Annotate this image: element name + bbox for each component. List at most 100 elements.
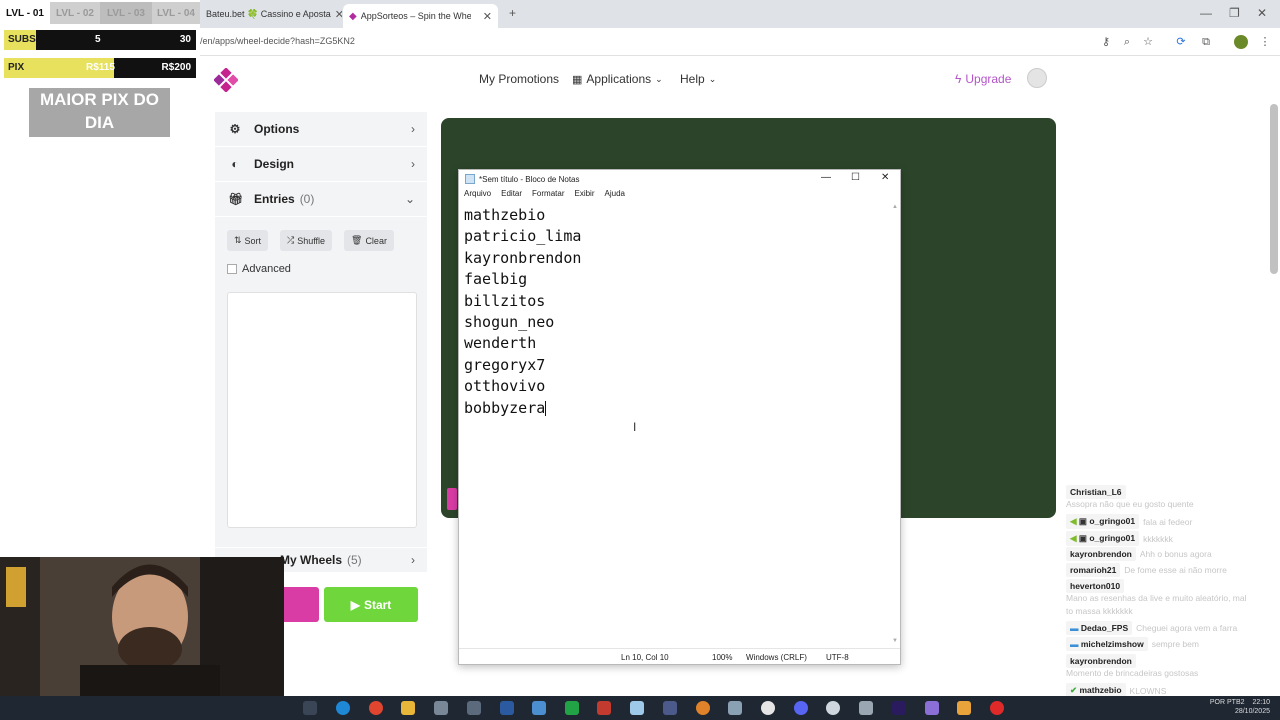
sort-button[interactable]: ⇅ Sort bbox=[227, 230, 269, 251]
shuffle-button[interactable]: ⤮ Shuffle bbox=[280, 230, 333, 251]
subs-goal: 30 bbox=[179, 34, 191, 45]
app-icon[interactable] bbox=[728, 701, 742, 715]
shuffle-label: Shuffle bbox=[297, 235, 326, 246]
profile-avatar[interactable] bbox=[1234, 35, 1248, 49]
level-tab: LVL - 02 bbox=[50, 2, 100, 24]
chat-text: fala ai fedeor bbox=[1143, 516, 1193, 527]
start-label: Start bbox=[363, 597, 392, 612]
lightning-icon: ϟ bbox=[955, 72, 962, 86]
chat-text: Mano as resenhas da live e muito aleatór… bbox=[1066, 593, 1247, 603]
password-key-icon[interactable]: ⚷ bbox=[1099, 35, 1113, 49]
menu-exibir[interactable]: Exibir bbox=[574, 189, 594, 203]
tab-appsorteos[interactable]: ◆ AppSorteos – Spin the Wheel ✕ bbox=[343, 4, 498, 28]
menu-formatar[interactable]: Formatar bbox=[532, 189, 564, 203]
task-view-icon[interactable] bbox=[303, 701, 317, 715]
media-player-icon[interactable] bbox=[761, 701, 775, 715]
tab-label: Bateu.bet 🍀 Cassino e Aposta bbox=[206, 8, 331, 19]
minimize-icon[interactable]: — bbox=[821, 172, 831, 183]
text-line: shogun_neo bbox=[464, 313, 555, 332]
menu-kebab-icon[interactable]: ⋮ bbox=[1258, 35, 1272, 49]
restore-icon[interactable]: ❐ bbox=[1229, 6, 1240, 20]
options-row[interactable]: ⚙ Options › bbox=[215, 112, 427, 146]
stream-goal-overlay: LVL - 01 LVL - 02 LVL - 03 LVL - 04 SUBS… bbox=[0, 0, 200, 88]
entries-label: Entries bbox=[254, 192, 295, 206]
nav-my-promotions[interactable]: My Promotions bbox=[479, 72, 559, 86]
advanced-checkbox[interactable]: Advanced bbox=[227, 263, 291, 275]
mod-badge-icon: ▣ bbox=[1078, 516, 1087, 526]
edge-browser-icon[interactable] bbox=[336, 701, 350, 715]
zoom-icon[interactable]: ⌕ bbox=[1120, 35, 1134, 49]
chevron-down-icon: ⌄ bbox=[655, 73, 663, 84]
menu-ajuda[interactable]: Ajuda bbox=[605, 189, 625, 203]
chat-message: kayronbrendon Ahh o bonus agora bbox=[1066, 547, 1212, 561]
app-icon[interactable] bbox=[663, 701, 677, 715]
checkbox-box[interactable] bbox=[227, 264, 237, 274]
notepad-text-area[interactable]: mathzebio patricio_lima kayronbrendon fa… bbox=[464, 205, 581, 419]
app-icon[interactable] bbox=[467, 701, 481, 715]
notepad-scrollbar[interactable]: ▲ ▼ bbox=[892, 204, 898, 644]
chat-message: kayronbrendon bbox=[1066, 654, 1136, 668]
discord-icon[interactable] bbox=[794, 701, 808, 715]
bookmark-star-icon[interactable]: ☆ bbox=[1141, 35, 1155, 49]
tab-bateu-bet[interactable]: Bateu.bet 🍀 Cassino e Aposta ✕ bbox=[200, 3, 342, 25]
user-avatar[interactable] bbox=[1027, 68, 1047, 88]
chat-username-text: michelzimshow bbox=[1080, 639, 1144, 649]
spreadsheet-icon[interactable] bbox=[565, 701, 579, 715]
nav-help[interactable]: Help ⌄ bbox=[680, 72, 716, 86]
app-icon[interactable] bbox=[826, 701, 840, 715]
app-icon[interactable] bbox=[957, 701, 971, 715]
advanced-label: Advanced bbox=[242, 263, 291, 275]
top-donor-title: MAIOR PIX DO DIA bbox=[39, 90, 159, 132]
appsorteos-logo-icon[interactable] bbox=[214, 68, 238, 92]
app-icon[interactable] bbox=[859, 701, 873, 715]
system-tray[interactable]: POR PTB2 22:10 28/10/2025 bbox=[1210, 698, 1270, 716]
maximize-icon[interactable]: ☐ bbox=[851, 172, 860, 183]
app-icon[interactable] bbox=[696, 701, 710, 715]
upgrade-link[interactable]: ϟ Upgrade bbox=[955, 72, 1011, 86]
page-scrollbar[interactable] bbox=[1270, 104, 1278, 274]
stop-button[interactable] bbox=[280, 587, 319, 622]
url-field[interactable]: /en/apps/wheel-decide?hash=ZG5KN2 bbox=[200, 36, 355, 46]
subs-current: 5 bbox=[95, 34, 101, 45]
notepad-window[interactable]: *Sem título - Bloco de Notas — ☐ ✕ Arqui… bbox=[458, 169, 901, 665]
chat-text: Assopra não que eu gosto quente bbox=[1066, 499, 1194, 509]
entries-row[interactable]: 🎁︎ Entries (0) ⌄ bbox=[215, 182, 427, 216]
minimize-icon[interactable]: — bbox=[1200, 6, 1212, 20]
menu-editar[interactable]: Editar bbox=[501, 189, 522, 203]
subs-label: SUBS bbox=[8, 34, 36, 45]
scroll-down-icon[interactable]: ▼ bbox=[892, 638, 898, 644]
menu-arquivo[interactable]: Arquivo bbox=[464, 189, 491, 203]
steam-icon[interactable] bbox=[500, 701, 514, 715]
nav-applications[interactable]: ▦ Applications ⌄ bbox=[572, 72, 663, 86]
extensions-icon[interactable]: ⧉ bbox=[1199, 35, 1213, 49]
chat-username: Christian_L6 bbox=[1066, 485, 1126, 499]
chevron-down-icon: ⌄ bbox=[708, 73, 717, 84]
notepad-task-icon[interactable] bbox=[630, 701, 644, 715]
chat-message: ◀ ▣ o_gringo01 fala ai fedeor bbox=[1066, 514, 1192, 529]
scroll-up-icon[interactable]: ▲ bbox=[892, 204, 898, 210]
chat-message: ▬ michelzimshow sempre bem bbox=[1066, 637, 1199, 651]
chat-username-text: Dedao_FPS bbox=[1080, 623, 1129, 633]
entries-textarea[interactable] bbox=[227, 292, 417, 528]
close-window-icon[interactable]: ✕ bbox=[1257, 6, 1267, 20]
chat-username: kayronbrendon bbox=[1066, 547, 1136, 561]
design-row[interactable]: ◐ Design › bbox=[215, 147, 427, 181]
close-tab-icon[interactable]: ✕ bbox=[479, 10, 492, 23]
close-icon[interactable]: ✕ bbox=[881, 172, 889, 183]
close-tab-icon[interactable]: ✕ bbox=[331, 8, 342, 21]
calculator-icon[interactable] bbox=[532, 701, 546, 715]
app-icon[interactable] bbox=[597, 701, 611, 715]
app-icon[interactable] bbox=[434, 701, 448, 715]
chrome-browser-icon[interactable] bbox=[369, 701, 383, 715]
notepad-titlebar[interactable]: *Sem título - Bloco de Notas — ☐ ✕ bbox=[459, 170, 900, 188]
youtube-icon[interactable] bbox=[990, 701, 1004, 715]
file-explorer-icon[interactable] bbox=[401, 701, 415, 715]
gift-icon: 🎁︎ bbox=[228, 192, 244, 206]
start-button[interactable]: ▶ Start bbox=[324, 587, 418, 622]
new-tab-icon[interactable]: + bbox=[509, 6, 516, 20]
pix-label: PIX bbox=[8, 62, 25, 73]
premiere-icon[interactable] bbox=[892, 701, 906, 715]
sync-icon[interactable]: ⟳ bbox=[1174, 35, 1188, 49]
app-icon[interactable] bbox=[925, 701, 939, 715]
clear-button[interactable]: 🗑︎ Clear bbox=[344, 230, 394, 251]
